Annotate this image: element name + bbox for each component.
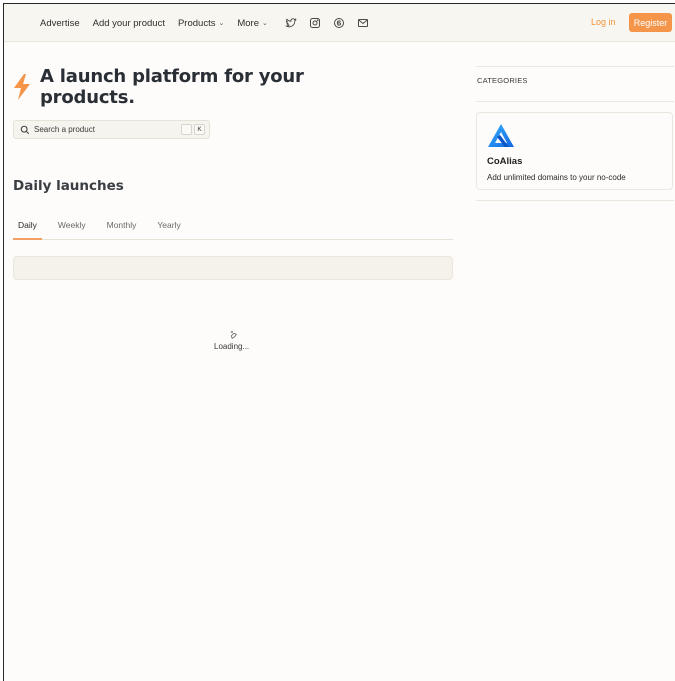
nav-add-product-link[interactable]: Add your product (93, 18, 165, 29)
loading-text: Loading... (214, 342, 250, 351)
sidebar-divider (476, 101, 674, 102)
chevron-down-icon: ⌄ (262, 20, 268, 27)
command-key-icon (181, 124, 192, 135)
search-icon (20, 125, 30, 134)
section-title: Daily launches (13, 178, 124, 194)
tab-daily[interactable]: Daily (13, 218, 42, 240)
nav-more-dropdown[interactable]: More ⌄ (237, 18, 268, 29)
sidebar-divider (476, 66, 674, 67)
categories-heading: CATEGORIES (477, 76, 528, 85)
search-bar[interactable]: Search a product K (13, 120, 210, 139)
shortcut-key: K (194, 124, 205, 135)
register-button[interactable]: Register (629, 13, 672, 32)
featured-product-card[interactable]: CoAlias Add unlimited domains to your no… (476, 112, 673, 190)
chevron-down-icon: ⌄ (218, 20, 225, 27)
page: Advertise Add your product Products ⌄ Mor… (3, 3, 675, 681)
search-input[interactable]: Search a product (34, 125, 181, 134)
nav-products-dropdown[interactable]: Products ⌄ (178, 18, 224, 29)
threads-icon[interactable] (333, 17, 345, 29)
product-description: Add unlimited domains to your no-code (487, 173, 626, 182)
login-link[interactable]: Log in (591, 17, 616, 27)
top-navbar: Advertise Add your product Products ⌄ Mor… (4, 4, 675, 42)
product-name: CoAlias (487, 156, 523, 167)
social-links (285, 17, 369, 29)
instagram-icon[interactable] (309, 17, 321, 29)
twitter-icon[interactable] (285, 17, 297, 29)
tab-weekly[interactable]: Weekly (53, 218, 91, 240)
coalias-logo-icon (488, 124, 514, 147)
hero-title: A launch platform for your products. (40, 66, 304, 108)
period-tabs: Daily Weekly Monthly Yearly (13, 218, 453, 240)
tab-monthly[interactable]: Monthly (102, 218, 142, 240)
mail-icon[interactable] (357, 17, 369, 29)
nav-links: Advertise Add your product Products ⌄ Mor… (40, 4, 369, 42)
sidebar-divider (476, 200, 674, 201)
loading-spinner-icon (230, 330, 237, 339)
nav-advertise-link[interactable]: Advertise (40, 18, 80, 29)
lightning-bolt-icon (14, 74, 30, 100)
loading-placeholder (13, 256, 453, 280)
tab-yearly[interactable]: Yearly (152, 218, 185, 240)
